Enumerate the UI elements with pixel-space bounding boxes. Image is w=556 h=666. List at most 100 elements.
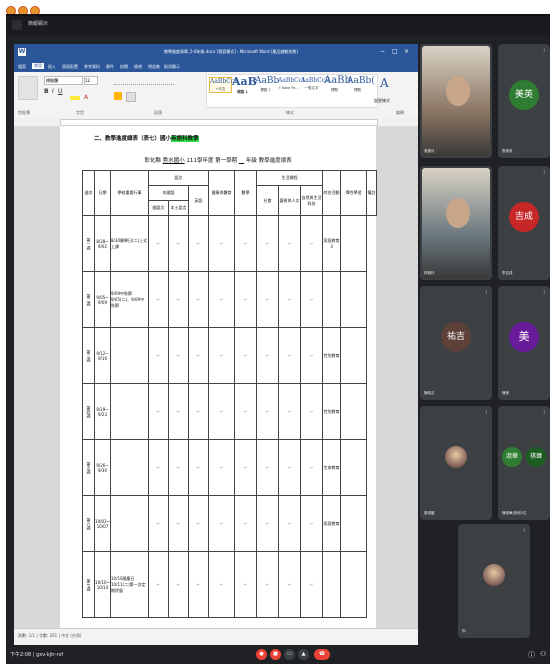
events-cell[interactable]: 9/09中秋節 9/05(二)、9/09中秋節 (110, 271, 149, 328)
subject-cell[interactable]: ↵ (168, 551, 189, 618)
subject-cell[interactable]: ↵ (188, 327, 209, 384)
minimize-button[interactable]: − (380, 48, 385, 55)
change-styles-icon[interactable]: A (380, 76, 389, 90)
more-options-icon[interactable]: ⁞ (485, 170, 487, 176)
subject-cell[interactable]: ↵ (299, 383, 324, 440)
events-cell[interactable] (110, 495, 149, 552)
present-icon[interactable]: ▲ (298, 649, 309, 660)
style-title-2[interactable]: AaBb(標題 (347, 76, 375, 93)
subject-cell[interactable]: ↵ (278, 439, 301, 496)
maximize-button[interactable]: □ (392, 48, 398, 55)
tab-view[interactable]: 檢視 (134, 64, 142, 70)
style-heading2[interactable]: AaBb 標題 2 (255, 76, 279, 93)
header-health-pe[interactable]: 健康與體育 (208, 170, 235, 216)
header-mandarin[interactable]: 國語文 (148, 200, 169, 216)
subject-cell[interactable]: ↵ (234, 327, 257, 384)
subject-cell[interactable]: ↵ (188, 551, 209, 618)
subject-cell[interactable]: ↵ (148, 551, 169, 618)
tab-file[interactable]: 檔案 (18, 64, 26, 70)
subject-cell[interactable]: ↵ (168, 327, 189, 384)
subject-cell[interactable]: ↵ (299, 551, 324, 618)
subject-cell[interactable]: ↵ (278, 327, 301, 384)
subject-cell[interactable]: ↵ (256, 271, 279, 328)
subject-cell[interactable]: ↵ (299, 495, 324, 552)
header-science[interactable]: 自然與生活科技 (299, 185, 324, 216)
week-cell[interactable]: 第七週 (82, 551, 95, 618)
italic-icon[interactable]: I (52, 88, 54, 95)
week-cell[interactable]: 第六週 (82, 495, 95, 552)
notes-cell[interactable] (340, 383, 368, 440)
captions-icon[interactable]: ▭ (284, 649, 295, 660)
date-cell[interactable]: 8/28~9/02 (94, 215, 111, 272)
subject-cell[interactable]: ↵ (188, 215, 209, 272)
subject-cell[interactable]: ↵ (234, 495, 257, 552)
subject-cell[interactable]: ↵ (299, 439, 324, 496)
subject-cell[interactable]: ↵ (188, 383, 209, 440)
notes-cell[interactable] (340, 271, 368, 328)
notes-cell[interactable] (340, 215, 368, 272)
style-normal[interactable]: AaBbCcI +內文 (209, 77, 236, 93)
subject-cell[interactable]: ↵ (188, 495, 209, 552)
subject-cell[interactable]: ↵ (299, 271, 324, 328)
subject-cell[interactable]: ↵ (208, 439, 235, 496)
week-cell[interactable]: 第二週 (82, 271, 95, 328)
header-arts[interactable]: 藝術與人文 (278, 185, 301, 216)
notes-cell[interactable] (340, 495, 368, 552)
tab-review[interactable]: 校閱 (120, 64, 128, 70)
info-icon[interactable]: ⓘ (528, 650, 535, 660)
week-cell[interactable]: 第三週 (82, 327, 95, 384)
subject-cell[interactable]: ↵ (148, 383, 169, 440)
highlight-color-icon[interactable] (70, 96, 80, 100)
participant-tile[interactable]: 祐吉 ⁞ 陳祐吉 (420, 286, 492, 400)
style-title[interactable]: AaBb 標題 (324, 75, 351, 93)
subject-cell[interactable]: ↵ (168, 495, 189, 552)
flexible-cell[interactable]: 家庭教育3 (322, 215, 342, 272)
more-options-icon[interactable]: ⁞ (485, 410, 487, 416)
more-options-icon[interactable]: ⁞ (543, 410, 545, 416)
font-size-select[interactable]: 12 (84, 76, 98, 85)
subject-cell[interactable]: ↵ (188, 271, 209, 328)
subject-cell[interactable]: ↵ (256, 495, 279, 552)
participant-tile[interactable]: ⁞ 你 (458, 524, 530, 638)
flexible-cell[interactable]: 性別教育 (322, 327, 342, 384)
more-options-icon[interactable]: ⁞ (523, 528, 525, 534)
subject-cell[interactable]: ↵ (208, 495, 235, 552)
notes-cell[interactable] (340, 551, 368, 618)
date-cell[interactable]: 10/03~10/07 (94, 495, 111, 552)
week-cell[interactable]: 第五週 (82, 439, 95, 496)
subject-cell[interactable]: ↵ (148, 495, 169, 552)
paste-icon[interactable] (18, 76, 38, 100)
camera-off-icon[interactable]: ■ (270, 649, 281, 660)
tab-hide[interactable]: 取消顯示 (164, 64, 180, 70)
subject-cell[interactable]: ↵ (208, 215, 235, 272)
date-cell[interactable]: 9/05~9/09 (94, 271, 111, 328)
subject-cell[interactable]: ↵ (208, 271, 235, 328)
tab-references[interactable]: 參考資料 (84, 64, 100, 70)
subject-cell[interactable]: ↵ (256, 215, 279, 272)
header-week[interactable]: 週次 (82, 170, 95, 216)
subject-cell[interactable]: ↵ (148, 439, 169, 496)
participant-tile[interactable]: 美英 ⁞ 詹美英 (498, 44, 550, 158)
header-math[interactable]: 數學 (234, 170, 257, 216)
events-cell[interactable]: 8/30開學日(二)上式上課 (110, 215, 149, 272)
events-cell[interactable] (110, 327, 149, 384)
subject-cell[interactable]: ↵ (148, 271, 169, 328)
header-english[interactable]: 英語 (188, 185, 209, 216)
style-heading1[interactable]: AaB 標題 1 (232, 75, 257, 95)
tab-insert[interactable]: 插入 (48, 64, 56, 70)
header-notes[interactable]: 備註 (366, 170, 378, 216)
more-options-icon[interactable]: ⁞ (543, 48, 545, 54)
font-name-select[interactable]: 標楷體 (44, 76, 83, 85)
end-call-icon[interactable]: ☎ (314, 649, 330, 660)
subject-cell[interactable]: ↵ (234, 439, 257, 496)
subject-cell[interactable]: ↵ (299, 327, 324, 384)
subject-cell[interactable]: ↵ (234, 383, 257, 440)
header-mandarin-group[interactable]: 本國語 (148, 185, 189, 201)
bold-icon[interactable]: B (44, 88, 49, 95)
events-cell[interactable] (110, 439, 149, 496)
subject-cell[interactable]: ↵ (234, 271, 257, 328)
header-date[interactable]: 日期 (94, 170, 111, 216)
events-cell[interactable] (110, 383, 149, 440)
subject-cell[interactable]: ↵ (208, 327, 235, 384)
date-cell[interactable]: 9/19~9/23 (94, 383, 111, 440)
